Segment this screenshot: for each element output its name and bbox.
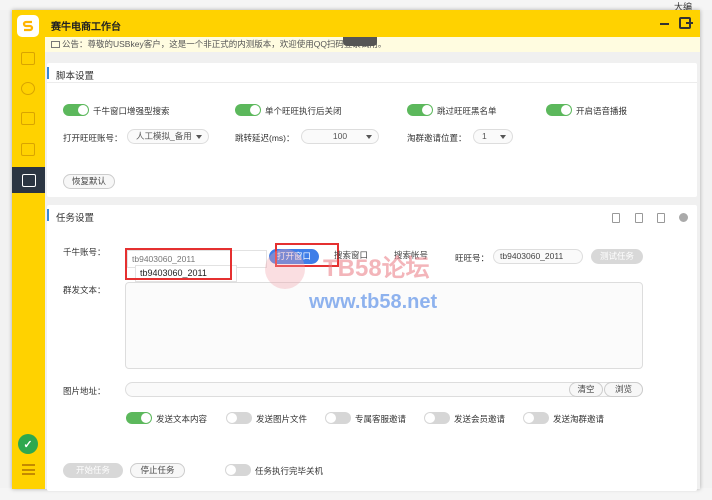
title-bar: 赛牛电商工作台 bbox=[45, 10, 700, 37]
notice-collapse-handle[interactable] bbox=[343, 37, 377, 46]
open-account-select[interactable]: 人工模拟_备用 bbox=[127, 129, 209, 144]
panel-title: 任务设置 bbox=[56, 213, 95, 224]
sidebar-clock-icon[interactable] bbox=[21, 82, 35, 95]
restore-default-button[interactable]: 恢复默认 bbox=[63, 174, 115, 189]
wangwang-label: 旺旺号： bbox=[455, 253, 490, 263]
select-value: 100 bbox=[332, 131, 348, 141]
start-task-button[interactable]: 开始任务 bbox=[63, 463, 123, 478]
sidebar-image-icon[interactable] bbox=[21, 52, 35, 65]
watermark-text: TB58论坛 bbox=[323, 255, 430, 282]
watermark-url: www.tb58.net bbox=[309, 291, 438, 313]
panel-header: 脚本设置 bbox=[47, 63, 697, 83]
exit-icon[interactable] bbox=[679, 17, 693, 29]
minimize-icon[interactable] bbox=[660, 23, 669, 25]
option-toggle-send-text[interactable] bbox=[126, 412, 152, 424]
note-icon[interactable] bbox=[657, 213, 665, 223]
toggle-qianniu-search[interactable] bbox=[63, 104, 89, 116]
select-value: 人工模拟_备用 bbox=[136, 131, 192, 141]
window-title: 赛牛电商工作台 bbox=[51, 22, 121, 33]
open-account-label: 打开旺旺账号： bbox=[63, 133, 123, 143]
panel-header: 任务设置 bbox=[47, 205, 697, 225]
sidebar-calendar-icon[interactable] bbox=[21, 112, 35, 125]
image-address-label: 图片地址： bbox=[63, 386, 106, 396]
option-toggle-group-invite[interactable] bbox=[523, 412, 549, 424]
delay-select[interactable]: 100 bbox=[301, 129, 379, 144]
panel-header-bar bbox=[47, 67, 49, 79]
toggle-label: 跳过旺旺黑名单 bbox=[437, 106, 497, 116]
import-icon[interactable] bbox=[612, 213, 620, 223]
delay-label: 跳转延迟(ms)： bbox=[235, 133, 295, 143]
image-address-input[interactable] bbox=[125, 382, 643, 397]
option-label: 发送会员邀请 bbox=[454, 414, 506, 424]
clear-button[interactable]: 清空 bbox=[569, 382, 603, 397]
option-label: 专属客服邀请 bbox=[355, 414, 407, 424]
settings-icon[interactable] bbox=[679, 213, 688, 222]
qianniu-account-label: 千牛账号： bbox=[63, 247, 106, 257]
main-content: 公告：尊敬的USBkey客户，这是一个非正式的内测版本，欢迎使用QQ扫码登录试用… bbox=[45, 37, 700, 491]
sidebar-item-active[interactable] bbox=[12, 167, 45, 193]
app-logo-icon bbox=[17, 15, 39, 37]
menu-list-icon[interactable] bbox=[22, 464, 35, 475]
panel-header-bar bbox=[47, 209, 49, 221]
shutdown-toggle[interactable] bbox=[225, 464, 251, 476]
outer-window-strip: 大编 bbox=[0, 0, 712, 12]
toggle-close-after-single[interactable] bbox=[235, 104, 261, 116]
option-toggle-send-image[interactable] bbox=[226, 412, 252, 424]
toggle-voice-broadcast[interactable] bbox=[546, 104, 572, 116]
app-window: ✓ 赛牛电商工作台 公告：尊敬的USBkey客户，这是一个非正式的内测版本，欢迎… bbox=[12, 10, 700, 491]
select-value: 1 bbox=[482, 131, 487, 141]
chevron-down-icon bbox=[196, 135, 202, 139]
notice-text: 公告：尊敬的USBkey客户，这是一个非正式的内测版本，欢迎使用QQ扫码登录试用… bbox=[62, 39, 387, 49]
browse-button[interactable]: 浏览 bbox=[604, 382, 643, 397]
option-label: 发送文本内容 bbox=[156, 414, 208, 424]
script-settings-panel: 脚本设置 千牛窗口增强型搜索 单个旺旺执行后关闭 跳过旺旺黑名单 开启语音播报 … bbox=[47, 63, 697, 197]
task-settings-panel: 任务设置 千牛账号： tb9403060_2011 tb9403060_2011… bbox=[47, 205, 697, 491]
sidebar: ✓ bbox=[12, 10, 45, 489]
option-toggle-exclusive-service[interactable] bbox=[325, 412, 351, 424]
wangwang-input[interactable]: tb9403060_2011 bbox=[493, 249, 583, 264]
toggle-label: 开启语音播报 bbox=[576, 106, 628, 116]
stop-task-button[interactable]: 停止任务 bbox=[130, 463, 185, 478]
option-toggle-member-invite[interactable] bbox=[424, 412, 450, 424]
group-position-label: 淘群邀请位置： bbox=[407, 133, 467, 143]
option-label: 发送淘群邀请 bbox=[553, 414, 605, 424]
panel-title: 脚本设置 bbox=[56, 71, 95, 82]
shutdown-label: 任务执行完毕关机 bbox=[255, 466, 324, 476]
export-icon[interactable] bbox=[635, 213, 643, 223]
watermark-logo bbox=[265, 249, 305, 289]
chevron-down-icon bbox=[366, 135, 372, 139]
speaker-icon bbox=[51, 41, 60, 48]
highlight-box bbox=[125, 248, 232, 280]
group-text-label: 群发文本： bbox=[63, 285, 106, 295]
toggle-label: 单个旺旺执行后关闭 bbox=[265, 106, 342, 116]
test-task-button[interactable]: 测试任务 bbox=[591, 249, 643, 264]
group-position-select[interactable]: 1 bbox=[473, 129, 513, 144]
toggle-label: 千牛窗口增强型搜索 bbox=[93, 106, 170, 116]
sidebar-document-icon[interactable] bbox=[21, 143, 35, 156]
chevron-down-icon bbox=[500, 135, 506, 139]
toggle-skip-blacklist[interactable] bbox=[407, 104, 433, 116]
option-label: 发送图片文件 bbox=[256, 414, 308, 424]
wechat-icon[interactable]: ✓ bbox=[18, 434, 38, 454]
